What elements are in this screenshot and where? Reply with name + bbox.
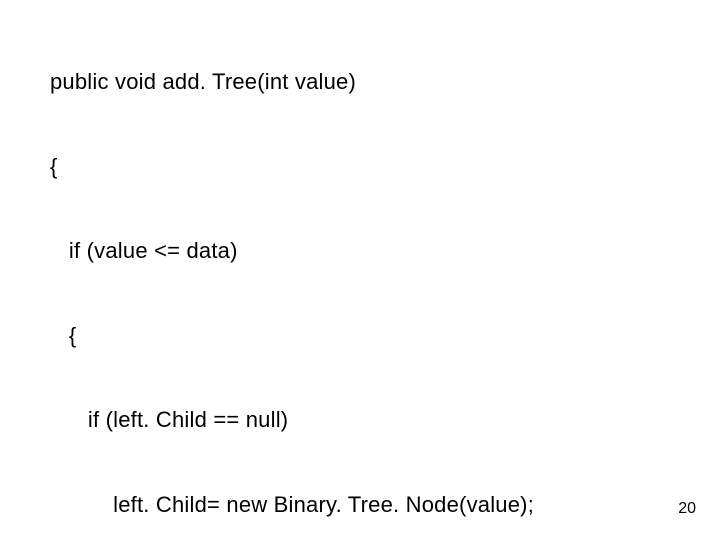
page-number: 20 xyxy=(678,500,696,518)
code-line: if (value <= data) xyxy=(50,237,548,265)
code-line: { xyxy=(50,322,548,350)
code-line: public void add. Tree(int value) xyxy=(50,68,548,96)
code-line: { xyxy=(50,153,548,181)
slide: public void add. Tree(int value) { if (v… xyxy=(0,0,720,540)
code-block: public void add. Tree(int value) { if (v… xyxy=(50,12,548,540)
code-line: left. Child= new Binary. Tree. Node(valu… xyxy=(50,491,548,519)
code-line: if (left. Child == null) xyxy=(50,406,548,434)
